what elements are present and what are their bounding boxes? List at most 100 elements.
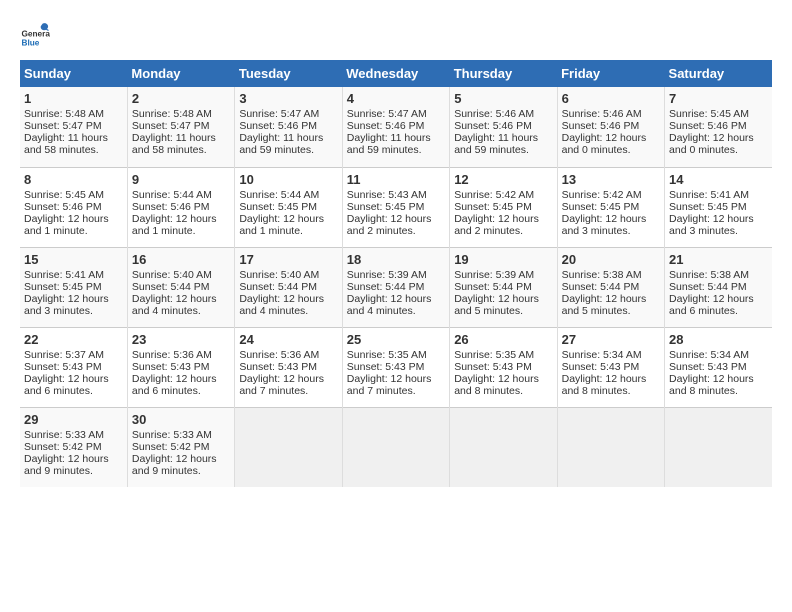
- day-number: 11: [347, 172, 445, 187]
- calendar-table: SundayMondayTuesdayWednesdayThursdayFrid…: [20, 60, 772, 487]
- calendar-cell: 10Sunrise: 5:44 AMSunset: 5:45 PMDayligh…: [235, 167, 342, 247]
- sunrise-text: Sunrise: 5:43 AM: [347, 189, 427, 201]
- daylight-text: Daylight: 12 hours and 5 minutes.: [562, 293, 647, 317]
- sunrise-text: Sunrise: 5:47 AM: [239, 108, 319, 120]
- calendar-cell: 3Sunrise: 5:47 AMSunset: 5:46 PMDaylight…: [235, 87, 342, 167]
- day-number: 28: [669, 332, 768, 347]
- sunset-text: Sunset: 5:44 PM: [669, 281, 747, 293]
- day-number: 14: [669, 172, 768, 187]
- header-friday: Friday: [557, 60, 664, 87]
- calendar-cell: 13Sunrise: 5:42 AMSunset: 5:45 PMDayligh…: [557, 167, 664, 247]
- day-number: 16: [132, 252, 230, 267]
- calendar-cell: 21Sunrise: 5:38 AMSunset: 5:44 PMDayligh…: [665, 247, 772, 327]
- daylight-text: Daylight: 12 hours and 8 minutes.: [562, 373, 647, 397]
- sunset-text: Sunset: 5:44 PM: [562, 281, 640, 293]
- daylight-text: Daylight: 12 hours and 6 minutes.: [132, 373, 217, 397]
- sunrise-text: Sunrise: 5:46 AM: [562, 108, 642, 120]
- calendar-cell: [450, 407, 557, 487]
- sunrise-text: Sunrise: 5:39 AM: [454, 269, 534, 281]
- sunrise-text: Sunrise: 5:41 AM: [669, 189, 749, 201]
- sunrise-text: Sunrise: 5:42 AM: [562, 189, 642, 201]
- calendar-cell: 5Sunrise: 5:46 AMSunset: 5:46 PMDaylight…: [450, 87, 557, 167]
- day-number: 2: [132, 91, 230, 106]
- calendar-cell: 28 Sunrise: 5:34 AMSunset: 5:43 PMDayligh…: [665, 327, 772, 407]
- day-number: 29: [24, 412, 123, 427]
- day-number: 25: [347, 332, 445, 347]
- daylight-text: Daylight: 12 hours and 4 minutes.: [132, 293, 217, 317]
- daylight-text: Daylight: 12 hours and 8 minutes.: [454, 373, 539, 397]
- daylight-text: Daylight: 12 hours and 0 minutes.: [669, 132, 754, 156]
- calendar-cell: 2Sunrise: 5:48 AMSunset: 5:47 PMDaylight…: [127, 87, 234, 167]
- sunset-text: Sunset: 5:46 PM: [454, 120, 532, 132]
- day-number: 18: [347, 252, 445, 267]
- sunset-text: Sunset: 5:47 PM: [132, 120, 210, 132]
- sunset-text: Sunset: 5:46 PM: [562, 120, 640, 132]
- sunrise-text: Sunrise: 5:35 AM: [454, 349, 534, 361]
- calendar-body: 1Sunrise: 5:48 AMSunset: 5:47 PMDaylight…: [20, 87, 772, 487]
- daylight-text: Daylight: 12 hours and 1 minute.: [239, 213, 324, 237]
- daylight-text: Daylight: 12 hours and 1 minute.: [132, 213, 217, 237]
- daylight-text: Daylight: 12 hours and 6 minutes.: [669, 293, 754, 317]
- calendar-cell: [235, 407, 342, 487]
- sunset-text: Sunset: 5:44 PM: [454, 281, 532, 293]
- header-saturday: Saturday: [665, 60, 772, 87]
- sunset-text: Sunset: 5:43 PM: [24, 361, 102, 373]
- day-number: 22: [24, 332, 123, 347]
- day-number: 26: [454, 332, 552, 347]
- sunrise-text: Sunrise: 5:34 AM: [669, 349, 749, 361]
- calendar-header: SundayMondayTuesdayWednesdayThursdayFrid…: [20, 60, 772, 87]
- calendar-cell: 14Sunrise: 5:41 AMSunset: 5:45 PMDayligh…: [665, 167, 772, 247]
- day-number: 15: [24, 252, 123, 267]
- calendar-cell: 7Sunrise: 5:45 AMSunset: 5:46 PMDaylight…: [665, 87, 772, 167]
- logo-icon: General Blue: [20, 20, 50, 50]
- day-number: 20: [562, 252, 660, 267]
- day-number: 13: [562, 172, 660, 187]
- sunrise-text: Sunrise: 5:44 AM: [132, 189, 212, 201]
- sunrise-text: Sunrise: 5:46 AM: [454, 108, 534, 120]
- calendar-cell: 4Sunrise: 5:47 AMSunset: 5:46 PMDaylight…: [342, 87, 449, 167]
- calendar-cell: 11 Sunrise: 5:43 AMSunset: 5:45 PMDayligh…: [342, 167, 449, 247]
- sunrise-text: Sunrise: 5:38 AM: [669, 269, 749, 281]
- sunset-text: Sunset: 5:46 PM: [669, 120, 747, 132]
- daylight-text: Daylight: 12 hours and 9 minutes.: [132, 453, 217, 477]
- sunset-text: Sunset: 5:44 PM: [239, 281, 317, 293]
- sunrise-text: Sunrise: 5:33 AM: [132, 429, 212, 441]
- day-number: 5: [454, 91, 552, 106]
- daylight-text: Daylight: 12 hours and 5 minutes.: [454, 293, 539, 317]
- sunset-text: Sunset: 5:45 PM: [347, 201, 425, 213]
- daylight-text: Daylight: 11 hours and 59 minutes.: [347, 132, 431, 156]
- day-number: 27: [562, 332, 660, 347]
- daylight-text: Daylight: 11 hours and 58 minutes.: [132, 132, 216, 156]
- calendar-cell: 15Sunrise: 5:41 AMSunset: 5:45 PMDayligh…: [20, 247, 127, 327]
- daylight-text: Daylight: 12 hours and 9 minutes.: [24, 453, 109, 477]
- daylight-text: Daylight: 12 hours and 3 minutes.: [562, 213, 647, 237]
- daylight-text: Daylight: 12 hours and 2 minutes.: [454, 213, 539, 237]
- calendar-cell: 29Sunrise: 5:33 AMSunset: 5:42 PMDayligh…: [20, 407, 127, 487]
- calendar-cell: 17Sunrise: 5:40 AMSunset: 5:44 PMDayligh…: [235, 247, 342, 327]
- daylight-text: Daylight: 12 hours and 4 minutes.: [347, 293, 432, 317]
- calendar-cell: [557, 407, 664, 487]
- day-number: 19: [454, 252, 552, 267]
- daylight-text: Daylight: 12 hours and 1 minute.: [24, 213, 109, 237]
- sunset-text: Sunset: 5:45 PM: [239, 201, 317, 213]
- sunset-text: Sunset: 5:43 PM: [347, 361, 425, 373]
- day-number: 17: [239, 252, 337, 267]
- sunset-text: Sunset: 5:42 PM: [24, 441, 102, 453]
- calendar-cell: 27Sunrise: 5:34 AMSunset: 5:43 PMDayligh…: [557, 327, 664, 407]
- calendar-cell: 18Sunrise: 5:39 AMSunset: 5:44 PMDayligh…: [342, 247, 449, 327]
- sunrise-text: Sunrise: 5:38 AM: [562, 269, 642, 281]
- calendar-cell: [342, 407, 449, 487]
- calendar-cell: 12Sunrise: 5:42 AMSunset: 5:45 PMDayligh…: [450, 167, 557, 247]
- sunrise-text: Sunrise: 5:40 AM: [239, 269, 319, 281]
- sunset-text: Sunset: 5:43 PM: [669, 361, 747, 373]
- calendar-cell: 26Sunrise: 5:35 AMSunset: 5:43 PMDayligh…: [450, 327, 557, 407]
- sunrise-text: Sunrise: 5:36 AM: [132, 349, 212, 361]
- week-row-1: 1Sunrise: 5:48 AMSunset: 5:47 PMDaylight…: [20, 87, 772, 167]
- logo: General Blue: [20, 20, 54, 50]
- day-number: 23: [132, 332, 230, 347]
- daylight-text: Daylight: 12 hours and 2 minutes.: [347, 213, 432, 237]
- daylight-text: Daylight: 11 hours and 58 minutes.: [24, 132, 108, 156]
- sunset-text: Sunset: 5:47 PM: [24, 120, 102, 132]
- page-header: General Blue: [20, 20, 772, 50]
- daylight-text: Daylight: 12 hours and 8 minutes.: [669, 373, 754, 397]
